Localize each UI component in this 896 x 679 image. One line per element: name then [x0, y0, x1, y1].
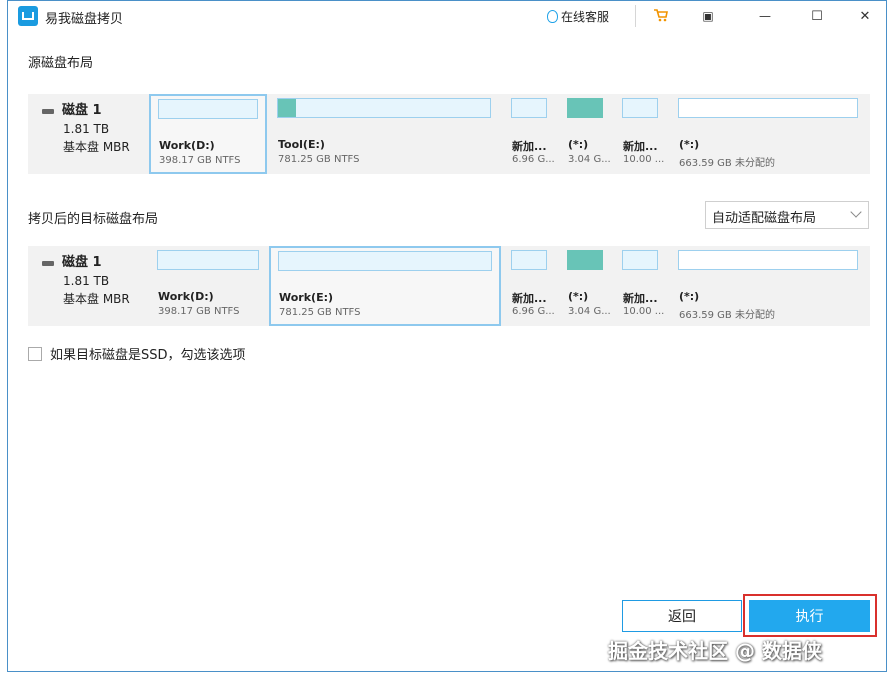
app-window: 易我磁盘拷贝 在线客服 ▣ — ☐ ✕ 源磁盘布局 磁盘 1 1.81 TB 基…: [7, 0, 887, 672]
menu-icon: ▣: [702, 9, 714, 23]
partition-size: 398.17 GB NTFS: [158, 306, 240, 317]
source-disk-size: 1.81 TB: [63, 122, 110, 136]
partition-size: 3.04 G...: [568, 306, 611, 317]
target-disk-row: 磁盘 1 1.81 TB 基本盘 MBR Work(D:) 398.17 GB …: [28, 246, 870, 326]
partition-name: 新加...: [623, 292, 658, 305]
source-partition-new-1[interactable]: 新加... 6.96 G...: [503, 94, 555, 174]
partition-name: (*:): [679, 290, 700, 303]
partition-size: 3.04 G...: [568, 154, 611, 165]
ssd-option[interactable]: 如果目标磁盘是SSD，勾选该选项: [28, 344, 246, 363]
chevron-down-icon: [850, 206, 862, 218]
target-partition-new-1[interactable]: 新加... 6.96 G...: [503, 246, 555, 326]
close-button[interactable]: ✕: [848, 5, 882, 27]
partition-bar: [511, 250, 547, 270]
maximize-icon: ☐: [811, 8, 823, 24]
partition-size: 10.00 ...: [623, 306, 665, 317]
partition-name: 新加...: [512, 292, 547, 305]
partition-size: 781.25 GB NTFS: [279, 307, 361, 318]
partition-name: Work(E:): [279, 291, 334, 304]
maximize-button[interactable]: ☐: [800, 5, 834, 27]
target-layout-label: 拷贝后的目标磁盘布局: [28, 212, 159, 227]
partition-bar: [158, 99, 258, 119]
execute-highlight-box: [743, 594, 877, 637]
partition-size: 6.96 G...: [512, 306, 555, 317]
partition-name: 新加...: [512, 140, 547, 153]
partition-bar: [567, 250, 603, 270]
target-partition-work-d[interactable]: Work(D:) 398.17 GB NTFS: [149, 246, 267, 326]
back-button[interactable]: 返回: [622, 600, 742, 632]
menu-button[interactable]: ▣: [691, 5, 725, 27]
partition-name: (*:): [568, 290, 589, 303]
partition-bar: [511, 98, 547, 118]
partition-size: 663.59 GB 未分配的: [679, 158, 775, 169]
partition-bar: [567, 98, 603, 118]
source-disk-info: 磁盘 1 1.81 TB 基本盘 MBR: [42, 102, 130, 156]
target-disk-name: 磁盘 1: [62, 255, 102, 270]
target-partition-work-e[interactable]: Work(E:) 781.25 GB NTFS: [269, 246, 501, 326]
partition-size: 6.96 G...: [512, 154, 555, 165]
partition-bar: [622, 98, 658, 118]
minimize-icon: —: [759, 9, 771, 23]
app-logo-icon: [18, 6, 38, 26]
target-partition-unallocated[interactable]: (*:) 663.59 GB 未分配的: [670, 246, 866, 326]
target-disk-type: 基本盘 MBR: [63, 292, 130, 306]
source-partition-work-d[interactable]: Work(D:) 398.17 GB NTFS: [149, 94, 267, 174]
source-layout-label: 源磁盘布局: [28, 56, 94, 71]
target-partition-new-2[interactable]: 新加... 10.00 ...: [614, 246, 666, 326]
source-partition-unallocated[interactable]: (*:) 663.59 GB 未分配的: [670, 94, 866, 174]
layout-mode-value: 自动适配磁盘布局: [712, 211, 817, 226]
partition-name: 新加...: [623, 140, 658, 153]
app-title: 易我磁盘拷贝: [45, 12, 124, 27]
layout-mode-select[interactable]: 自动适配磁盘布局: [705, 201, 869, 229]
target-disk-size: 1.81 TB: [63, 274, 110, 288]
partition-name: (*:): [679, 138, 700, 151]
partition-bar: [277, 98, 491, 118]
chat-icon: [547, 10, 558, 23]
partition-bar: [678, 98, 858, 118]
close-icon: ✕: [859, 8, 871, 24]
source-disk-name: 磁盘 1: [62, 103, 102, 118]
partition-size: 398.17 GB NTFS: [159, 155, 241, 166]
partition-name: (*:): [568, 138, 589, 151]
ssd-option-label: 如果目标磁盘是SSD，勾选该选项: [50, 348, 246, 363]
partition-bar: [278, 251, 492, 271]
partition-bar: [678, 250, 858, 270]
partition-size: 10.00 ...: [623, 154, 665, 165]
title-separator: [635, 5, 636, 27]
source-partition-star-1[interactable]: (*:) 3.04 G...: [559, 94, 611, 174]
source-partition-new-2[interactable]: 新加... 10.00 ...: [614, 94, 666, 174]
hard-disk-icon: [42, 108, 54, 114]
target-disk-info: 磁盘 1 1.81 TB 基本盘 MBR: [42, 254, 130, 308]
partition-name: Tool(E:): [278, 138, 325, 151]
partition-size: 663.59 GB 未分配的: [679, 310, 775, 321]
target-partition-star-1[interactable]: (*:) 3.04 G...: [559, 246, 611, 326]
source-disk-row: 磁盘 1 1.81 TB 基本盘 MBR Work(D:) 398.17 GB …: [28, 94, 870, 174]
minimize-button[interactable]: —: [748, 5, 782, 27]
cart-icon[interactable]: [654, 9, 668, 22]
partition-bar: [157, 250, 259, 270]
partition-bar: [622, 250, 658, 270]
partition-name: Work(D:): [158, 290, 214, 303]
ssd-checkbox[interactable]: [28, 346, 42, 361]
watermark: 掘金技术社区 @ 数据侠: [608, 639, 822, 663]
source-disk-type: 基本盘 MBR: [63, 140, 130, 154]
online-service-label: 在线客服: [561, 10, 610, 24]
source-partition-tool-e[interactable]: Tool(E:) 781.25 GB NTFS: [269, 94, 499, 174]
hard-disk-icon: [42, 260, 54, 266]
online-service-button[interactable]: 在线客服: [547, 8, 609, 25]
partition-name: Work(D:): [159, 139, 215, 152]
partition-size: 781.25 GB NTFS: [278, 154, 360, 165]
title-bar: 易我磁盘拷贝 在线客服 ▣ — ☐ ✕: [8, 1, 886, 33]
